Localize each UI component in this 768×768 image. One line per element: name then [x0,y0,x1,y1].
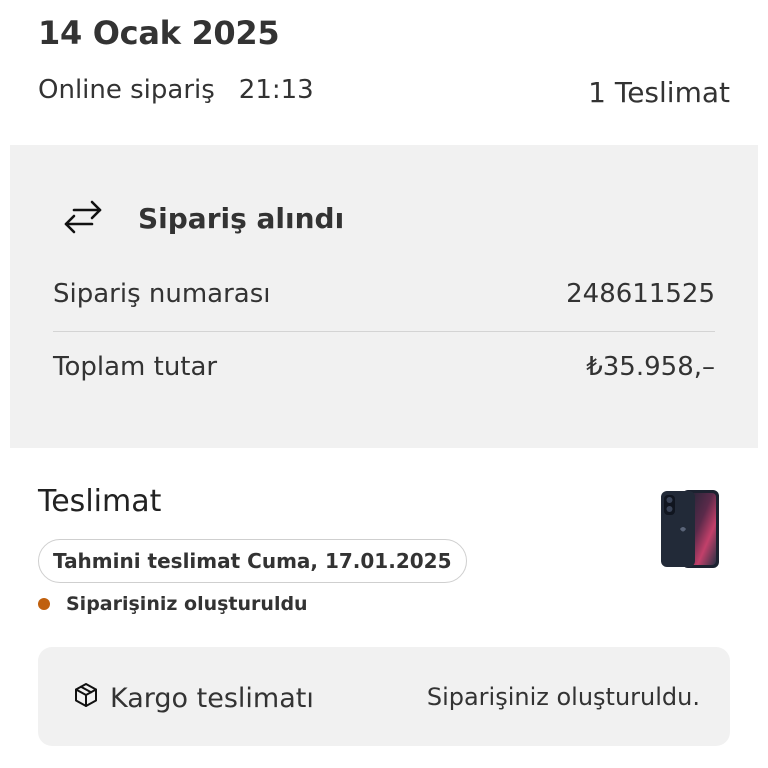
order-number-value: 248611525 [566,279,715,309]
total-value: ₺35.958,– [586,352,715,382]
order-number-label: Sipariş numarası [53,279,271,309]
shipping-status: Siparişiniz oluşturuldu. [426,683,700,711]
order-type: Online sipariş [38,75,215,105]
delivery-title: Teslimat [38,484,162,519]
package-icon [72,681,110,716]
total-label: Toplam tutar [53,352,218,382]
delivery-estimate-badge: Tahmini teslimat Cuma, 17.01.2025 [38,539,467,583]
arrows-exchange-icon [60,193,106,243]
order-status-header: Sipariş alındı [60,193,344,243]
order-status-title: Sipariş alındı [138,201,345,235]
delivery-count: 1 Teslimat [588,76,730,109]
order-date: 14 Ocak 2025 [38,14,280,52]
shipping-label-group: Kargo teslimatı [72,681,314,716]
shipping-label: Kargo teslimatı [110,683,314,714]
order-summary-card: Sipariş alındı Sipariş numarası 24861152… [10,145,758,448]
delivery-status-text: Siparişiniz oluşturuldu [66,593,308,615]
order-time: 21:13 [238,75,314,105]
divider [53,331,715,332]
shipping-delivery-row[interactable]: Kargo teslimatı Siparişiniz oluşturuldu. [38,647,730,746]
status-dot [38,598,50,610]
iphone-product-image[interactable] [660,489,720,569]
order-meta: Online sipariş 21:13 [38,75,314,105]
delivery-status: Siparişiniz oluşturuldu [38,593,308,615]
total-row: Toplam tutar ₺35.958,– [53,352,715,382]
order-number-row: Sipariş numarası 248611525 [53,279,715,309]
